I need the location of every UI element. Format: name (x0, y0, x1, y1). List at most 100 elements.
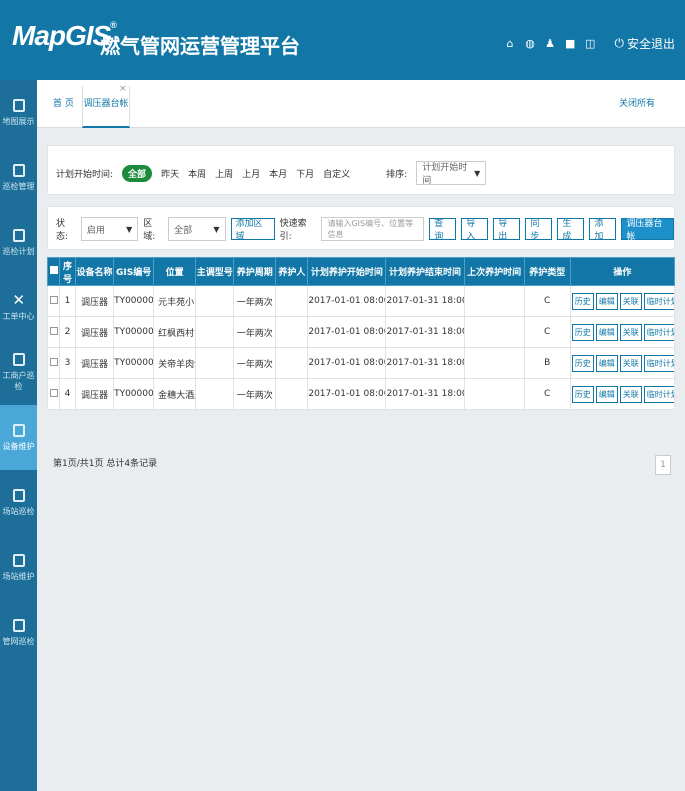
table-cell: B (523, 347, 571, 379)
time-filter-this-week[interactable]: 本周 (188, 167, 206, 180)
table-cell: TY000005 (113, 285, 155, 317)
data-table: 序号 设备名称 GIS编号 位置 主调型号 养护周期 养护人 计划养护开始时间 … (46, 257, 676, 410)
close-all-tabs-link[interactable]: 关闭所有 (619, 96, 655, 109)
table-cell: 2017-01-01 08:00:00 (307, 316, 387, 348)
table-cell: 调压器 (75, 378, 115, 410)
edit-button[interactable]: 编辑 (595, 385, 618, 403)
table-header-row: 序号 设备名称 GIS编号 位置 主调型号 养护周期 养护人 计划养护开始时间 … (46, 257, 676, 286)
row-checkbox[interactable] (46, 285, 61, 317)
map-icon (12, 98, 25, 112)
search-toolbar-panel: 状态: 启用 ▼ 区域: 全部 ▼ 添加区域 快速索引: 请输入GIS编号、位置等信… (47, 206, 675, 250)
clipboard-icon (12, 163, 25, 177)
edit-button[interactable]: 编辑 (595, 292, 618, 310)
sidebar-item-patrol-manage[interactable]: 巡检管理 (0, 145, 37, 210)
history-button[interactable]: 历史 (571, 292, 594, 310)
history-button[interactable]: 历史 (571, 323, 594, 341)
table-cell: TY000007 (113, 347, 155, 379)
app-title: 燃气管网运营管理平台 (100, 34, 300, 58)
table-cell: 调压器 (75, 285, 115, 317)
row-checkbox[interactable] (46, 378, 61, 410)
sidebar-item-pipe-patrol[interactable]: 管网巡检 (0, 600, 37, 665)
history-button[interactable]: 历史 (571, 354, 594, 372)
table-cell (195, 285, 235, 317)
sidebar-item-station-patrol[interactable]: 场站巡检 (0, 470, 37, 535)
globe-icon[interactable]: ◍ (525, 37, 535, 50)
row-checkbox[interactable] (46, 347, 61, 379)
time-filter-all[interactable]: 全部 (122, 164, 153, 182)
sidebar-item-station-maintenance[interactable]: 场站维护 (0, 535, 37, 600)
sort-select[interactable]: 计划开始时间 ▼ (416, 161, 487, 186)
table-cell: 2 (59, 316, 77, 348)
edit-icon (12, 488, 25, 502)
row-checkbox[interactable] (46, 316, 61, 348)
table-cell: 金穗大酒店 (153, 378, 197, 410)
import-button[interactable]: 导入 (461, 218, 489, 242)
time-filter-custom[interactable]: 自定义 (323, 167, 350, 180)
export-button[interactable]: 导出 (493, 218, 521, 242)
sidebar-item-patrol-plan[interactable]: 巡检计划 (0, 210, 37, 275)
area-select[interactable]: 全部 ▼ (168, 217, 226, 241)
time-filter-last-week[interactable]: 上周 (215, 167, 233, 180)
main-content: 首 页 调压器台帐 × 关闭所有 计划开始时间: 全部 昨天 本周 上周 上月 … (37, 80, 685, 791)
table-cell: 关帝羊肉馆 (153, 347, 197, 379)
column-header: 计划养护开始时间 (307, 257, 387, 286)
page-button[interactable]: 1 (655, 455, 671, 475)
column-header: GIS编号 (113, 257, 155, 286)
select-all-checkbox[interactable] (46, 257, 61, 286)
table-cell (195, 347, 235, 379)
table-cell (275, 285, 309, 317)
status-select[interactable]: 启用 ▼ (80, 217, 139, 241)
tools-icon: ✕ (12, 290, 26, 309)
edit-button[interactable]: 编辑 (595, 323, 618, 341)
table-cell (195, 316, 235, 348)
table-cell: 2017-01-31 18:00:00 (385, 378, 465, 410)
tab-home[interactable]: 首 页 (53, 96, 74, 109)
user-icon[interactable]: ♟ (545, 37, 555, 50)
column-header: 操作 (569, 257, 676, 286)
table-cell (275, 316, 309, 348)
time-filter-panel: 计划开始时间: 全部 昨天 本周 上周 上月 本月 下月 自定义 排序: 计划开… (47, 145, 675, 195)
link-button[interactable]: 关联 (619, 292, 642, 310)
window-icon[interactable]: ◫ (585, 37, 595, 50)
sidebar-item-merchant-patrol[interactable]: 工商户巡检 (0, 340, 37, 405)
regulator-ledger-button[interactable]: 调压器台帐 (621, 218, 674, 242)
temp-plan-button[interactable]: 临时计划 (643, 354, 674, 372)
query-button[interactable]: 查询 (429, 218, 457, 242)
area-label: 区域: (143, 219, 156, 242)
time-filter-yesterday[interactable]: 昨天 (161, 167, 179, 180)
add-area-button[interactable]: 添加区域 (230, 218, 275, 242)
table-cell: C (523, 316, 571, 348)
temp-plan-button[interactable]: 临时计划 (643, 385, 674, 403)
link-button[interactable]: 关联 (619, 385, 642, 403)
table-cell: 4 (59, 378, 77, 410)
link-button[interactable]: 关联 (619, 323, 642, 341)
top-header: MapGIS® 燃气管网运营管理平台 ⌂ ◍ ♟ ■ ◫ ⏻ 安全退出 (0, 0, 685, 80)
logout-button[interactable]: ⏻ 安全退出 (614, 35, 675, 52)
table-cell: 1 (59, 285, 77, 317)
generate-button[interactable]: 生成 (557, 218, 585, 242)
save-icon[interactable]: ■ (565, 37, 575, 50)
temp-plan-button[interactable]: 临时计划 (643, 323, 674, 341)
temp-plan-button[interactable]: 临时计划 (643, 292, 674, 310)
sidebar-item-map[interactable]: 地图展示 (0, 80, 37, 145)
link-button[interactable]: 关联 (619, 354, 642, 372)
dropdown-arrow-icon: ▼ (213, 224, 220, 234)
search-input[interactable]: 请输入GIS编号、位置等信息 (321, 217, 425, 241)
edit-icon (12, 618, 25, 632)
edit-button[interactable]: 编辑 (595, 354, 618, 372)
sidebar-item-device-maintenance[interactable]: 设备维护 (0, 405, 37, 470)
edit-icon (12, 353, 25, 366)
home-icon[interactable]: ⌂ (505, 37, 515, 50)
add-button[interactable]: 添加 (589, 218, 617, 242)
table-cell: 红枫西村 (153, 316, 197, 348)
sync-button[interactable]: 同步 (525, 218, 553, 242)
time-filter-next-month[interactable]: 下月 (296, 167, 314, 180)
history-button[interactable]: 历史 (571, 385, 594, 403)
sidebar-item-workorder[interactable]: ✕ 工单中心 (0, 275, 37, 340)
time-filter-this-month[interactable]: 本月 (269, 167, 287, 180)
row-actions: 历史编辑关联临时计划 (569, 285, 676, 317)
table-cell: 2017-01-01 08:00:00 (307, 347, 387, 379)
row-actions: 历史编辑关联临时计划 (569, 316, 676, 348)
time-filter-last-month[interactable]: 上月 (242, 167, 260, 180)
close-tab-icon[interactable]: × (119, 84, 127, 94)
